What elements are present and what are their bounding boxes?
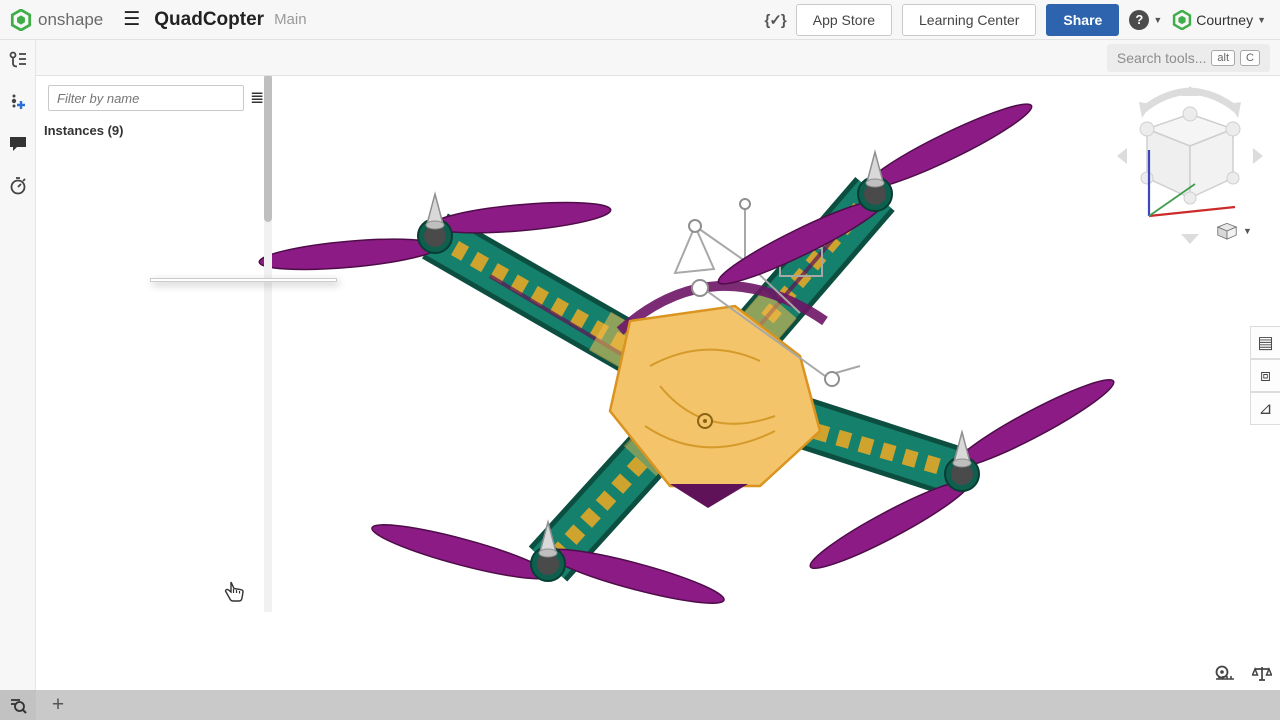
user-name: Courtney xyxy=(1196,12,1253,28)
x-axis xyxy=(1149,207,1235,216)
chevron-down-icon: ▼ xyxy=(1243,226,1252,236)
document-menu-icon[interactable]: ☰ xyxy=(113,8,150,31)
add-tab-button[interactable]: + xyxy=(36,690,80,720)
instances-header: Instances (9) xyxy=(36,117,240,142)
search-tools-label: Search tools... xyxy=(1117,50,1207,66)
iso-cube-icon xyxy=(1216,220,1238,242)
workspace-name[interactable]: Main xyxy=(274,11,307,28)
list-view-icon[interactable]: ≣ xyxy=(250,88,264,108)
app-store-button[interactable]: App Store xyxy=(796,4,892,36)
measure-icon[interactable] xyxy=(1214,665,1236,686)
chevron-down-icon: ▼ xyxy=(1257,15,1266,25)
onshape-logo[interactable]: onshape xyxy=(0,9,113,31)
scrollbar-thumb[interactable] xyxy=(264,74,272,222)
left-rail xyxy=(0,40,36,690)
learning-center-button[interactable]: Learning Center xyxy=(902,4,1036,36)
user-avatar-icon xyxy=(1172,10,1192,30)
history-timer-icon[interactable] xyxy=(6,174,30,198)
context-menu xyxy=(150,278,337,282)
shortcut-key-c: C xyxy=(1240,50,1260,66)
motor-prop-se xyxy=(802,352,1122,596)
search-tabs-icon[interactable] xyxy=(0,690,36,720)
versions-history-icon[interactable] xyxy=(6,48,30,72)
brand-wordmark: onshape xyxy=(38,10,103,30)
assembly-toolbar: Search tools... alt C xyxy=(36,40,1280,76)
document-title: QuadCopter xyxy=(154,9,264,31)
chevron-down-icon: ▼ xyxy=(1153,15,1162,25)
help-menu[interactable]: ? ▼ xyxy=(1129,10,1162,30)
comments-icon[interactable] xyxy=(6,132,30,156)
bom-table-icon[interactable]: ▤ xyxy=(1250,326,1280,359)
follow-mode-icon[interactable] xyxy=(6,90,30,114)
top-bar: onshape ☰ QuadCopter Main {✓} App Store … xyxy=(0,0,1280,40)
panel-scrollbar[interactable] xyxy=(264,72,272,612)
help-icon: ? xyxy=(1129,10,1149,30)
user-menu[interactable]: Courtney ▼ xyxy=(1172,10,1266,30)
document-tab-bar: + xyxy=(0,690,1280,720)
search-tools-input[interactable]: Search tools... alt C xyxy=(1107,44,1270,72)
dev-api-icon[interactable]: {✓} xyxy=(765,11,786,29)
cube-grid-panel-icon[interactable]: ⧈ xyxy=(1250,359,1280,392)
onshape-logo-icon xyxy=(10,9,32,31)
share-button[interactable]: Share xyxy=(1046,4,1119,36)
mass-properties-icon[interactable] xyxy=(1252,665,1272,686)
motor-prop-sw xyxy=(366,515,731,613)
rotate-right-arrow xyxy=(1253,148,1263,164)
assembly-instance-panel: ≣ Instances (9) xyxy=(36,76,240,690)
rotate-left-arrow xyxy=(1117,148,1127,164)
right-panel-buttons: ▤ ⧈ ⊿ xyxy=(1250,326,1280,425)
part-panel-icon[interactable]: ⊿ xyxy=(1250,392,1280,425)
shortcut-key-alt: alt xyxy=(1211,50,1235,66)
viewport-tools xyxy=(1214,665,1272,686)
motor-prop-ne xyxy=(710,76,1040,313)
view-options-button[interactable]: ▼ xyxy=(1216,220,1252,242)
rotate-down-arrow xyxy=(1181,234,1199,244)
filter-input[interactable] xyxy=(48,85,244,111)
